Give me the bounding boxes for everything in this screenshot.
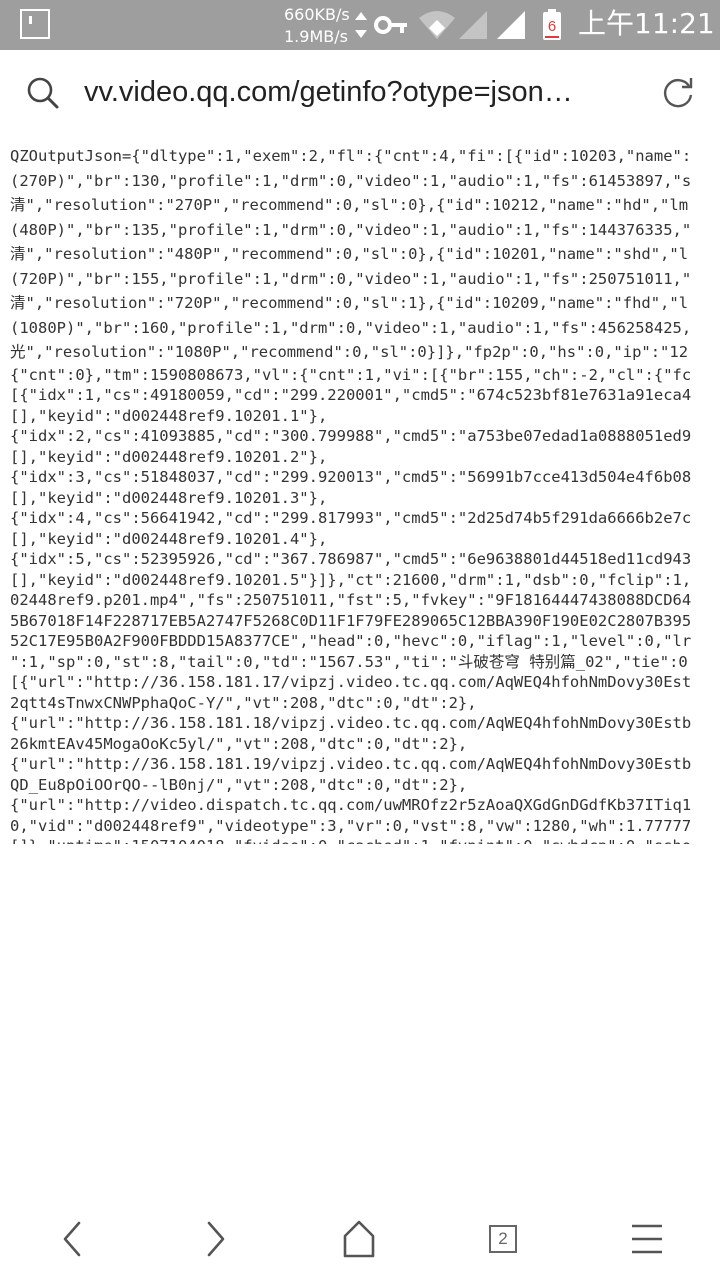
battery-level: 6 — [548, 18, 556, 35]
download-speed: 1.9MB/s — [284, 27, 348, 46]
json-text-line: [],"keyid":"d002448ref9.10201.1"}, — [10, 406, 328, 425]
signal-icon — [459, 11, 487, 39]
json-text-line: (270P)","br":130,"profile":1,"drm":0,"vi… — [10, 171, 692, 190]
network-speed: 660KB/s 1.9MB/s — [284, 4, 350, 48]
address-bar: vv.video.qq.com/getinfo?otype=json… — [0, 50, 720, 136]
json-text-line: 52C17E95B0A2F900FBDDD15A8377CE","head":0… — [10, 632, 692, 650]
json-text-line: 光","resolution":"1080P","recommend":0,"s… — [10, 343, 689, 361]
json-text-line: [],"keyid":"d002448ref9.10201.2"}, — [10, 447, 328, 466]
json-text-line: {"url":"http://36.158.181.19/vipzj.video… — [10, 755, 692, 773]
json-text-line: (480P)","br":135,"profile":1,"drm":0,"vi… — [10, 220, 692, 239]
json-text-line: 2qtt4sTnwxCNWPphaQoC-Y/","vt":208,"dtc":… — [10, 693, 477, 712]
signal-icon — [497, 11, 525, 39]
url-field[interactable]: vv.video.qq.com/getinfo?otype=json… — [84, 72, 624, 112]
battery-icon: 6 — [543, 9, 561, 40]
json-text-line: 清","resolution":"480P","recommend":0,"sl… — [10, 245, 689, 263]
data-arrows-icon — [355, 12, 367, 38]
upload-speed: 660KB/s — [284, 5, 350, 24]
json-text-line: [],"keyid":"d002448ref9.10201.4"}, — [10, 529, 328, 548]
json-text-line: 清","resolution":"720P","recommend":0,"sl… — [10, 294, 689, 312]
notification-icon — [20, 9, 50, 39]
json-text-line: 02448ref9.p201.mp4","fs":250751011,"fst"… — [10, 591, 692, 609]
json-text-line: (720P)","br":155,"profile":1,"drm":0,"vi… — [10, 269, 692, 288]
home-icon[interactable] — [334, 1214, 384, 1264]
json-text-line: [{"idx":1,"cs":49180059,"cd":"299.220001… — [10, 386, 692, 404]
browser-toolbar: 2 — [0, 1196, 720, 1280]
json-text-line: 清","resolution":"270P","recommend":0,"sl… — [10, 196, 689, 214]
wifi-icon — [419, 11, 455, 39]
json-text-line: [],"keyid":"d002448ref9.10201.3"}, — [10, 488, 328, 507]
json-text-line: {"idx":5,"cs":52395926,"cd":"367.786987"… — [10, 550, 692, 568]
vpn-key-icon — [374, 16, 407, 34]
json-text-line: ":1,"sp":0,"st":8,"tail":0,"td":"1567.53… — [10, 652, 688, 671]
menu-icon[interactable] — [622, 1214, 672, 1264]
json-response-body: QZOutputJson={"dltype":1,"exem":2,"fl":{… — [10, 144, 720, 844]
json-text-line: {"url":"http://video.dispatch.tc.qq.com/… — [10, 796, 692, 814]
json-text-line: 5B67018F14F228717EB5A2747F5268C0D11F1F79… — [10, 611, 692, 630]
json-text-line: (1080P)","br":160,"profile":1,"drm":0,"v… — [10, 318, 692, 337]
json-text-line: {"idx":3,"cs":51848037,"cd":"299.920013"… — [10, 468, 692, 486]
json-text-line: []},"uptime":1507104018,"fvideo":0,"cach… — [10, 836, 720, 844]
status-time: 上午11:21 — [578, 7, 715, 40]
json-text-line: {"url":"http://36.158.181.18/vipzj.video… — [10, 714, 692, 732]
forward-icon[interactable] — [190, 1214, 240, 1264]
json-text-line: {"idx":2,"cs":41093885,"cd":"300.799988"… — [10, 427, 692, 445]
json-text-line: 0,"vid":"d002448ref9","videotype":3,"vr"… — [10, 816, 692, 835]
json-text-line: QD_Eu8pOiOOrQO--lB0nj/","vt":208,"dtc":0… — [10, 775, 468, 794]
json-text-line: QZOutputJson={"dltype":1,"exem":2,"fl":{… — [10, 147, 692, 165]
tabs-button[interactable]: 2 — [478, 1214, 528, 1264]
json-text-line: 26kmtEAv45MogaOoKc5yl/","vt":208,"dtc":0… — [10, 734, 468, 753]
back-icon[interactable] — [48, 1214, 98, 1264]
json-text-line: {"cnt":0},"tm":1590808673,"vl":{"cnt":1,… — [10, 365, 692, 384]
json-text-line: [{"url":"http://36.158.181.17/vipzj.vide… — [10, 673, 692, 691]
json-text-line: [],"keyid":"d002448ref9.10201.5"}]},"ct"… — [10, 570, 692, 589]
status-bar: 660KB/s 1.9MB/s 6 上午11:21 — [0, 0, 720, 50]
tab-count: 2 — [489, 1225, 517, 1253]
reload-icon[interactable] — [660, 75, 696, 111]
json-text-line: {"idx":4,"cs":56641942,"cd":"299.817993"… — [10, 509, 692, 527]
search-icon[interactable] — [26, 76, 60, 110]
